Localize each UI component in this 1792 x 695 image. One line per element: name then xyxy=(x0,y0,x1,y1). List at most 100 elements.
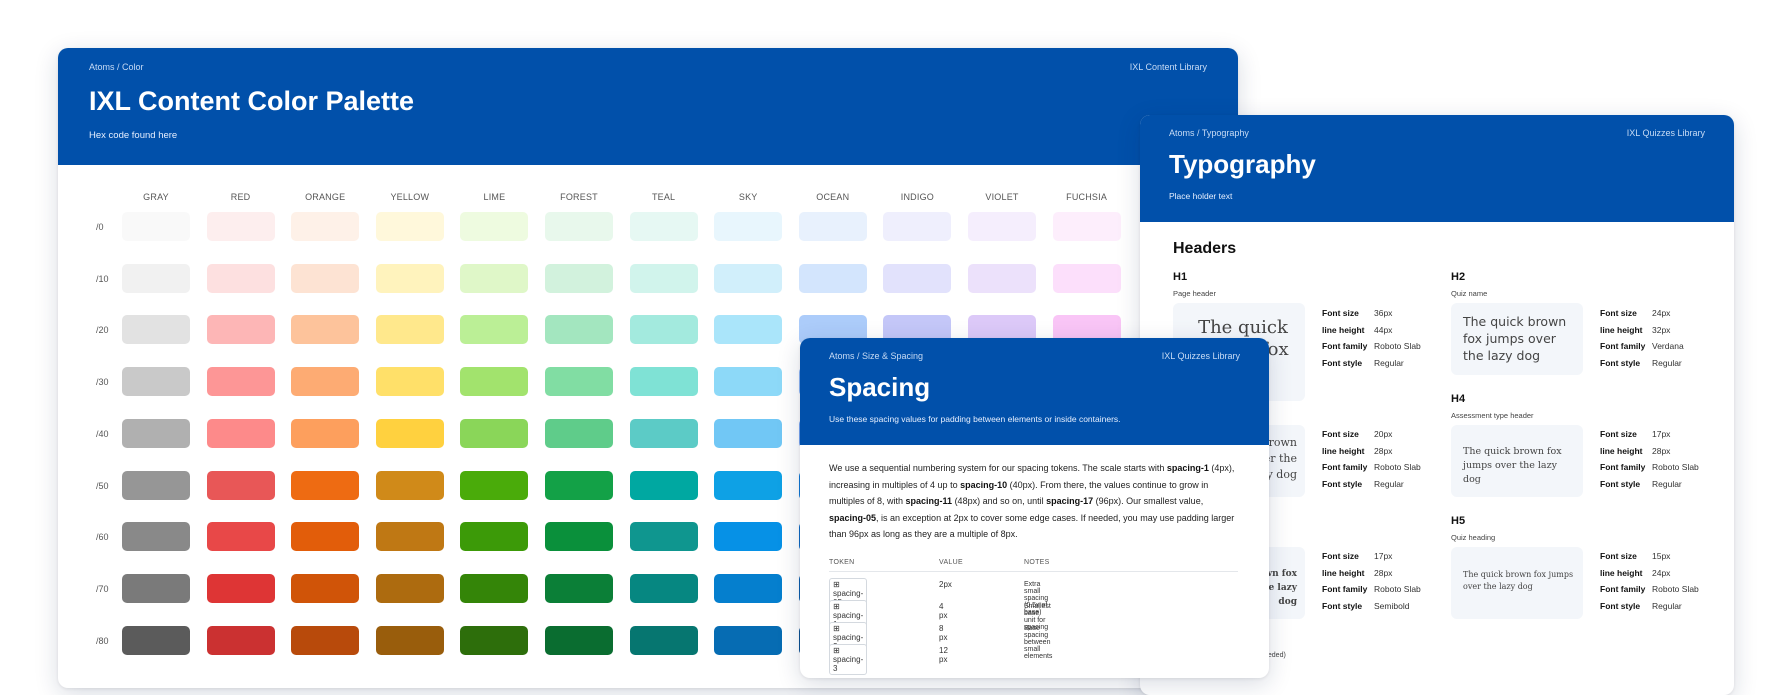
color-swatch-yellow-20[interactable] xyxy=(375,315,444,345)
color-swatch-teal-40[interactable] xyxy=(629,418,698,448)
h1-caption: Page header xyxy=(1173,289,1216,298)
color-swatch-lime-20[interactable] xyxy=(460,315,529,345)
color-swatch-sky-40[interactable] xyxy=(714,418,783,448)
h5-specs: Font size 15px line height 24px Font famil… xyxy=(1600,548,1699,615)
color-swatch-fuchsia-10[interactable] xyxy=(1052,263,1121,293)
color-swatch-lime-50[interactable] xyxy=(460,470,529,500)
color-swatch-sky-70[interactable] xyxy=(714,573,783,603)
column-header-orange: ORANGE xyxy=(305,192,346,202)
color-swatch-orange-50[interactable] xyxy=(291,470,360,500)
color-swatch-gray-30[interactable] xyxy=(122,367,190,397)
color-swatch-gray-50[interactable] xyxy=(122,470,190,500)
color-swatch-red-30[interactable] xyxy=(206,367,275,397)
color-swatch-violet-10[interactable] xyxy=(968,263,1036,293)
color-swatch-sky-60[interactable] xyxy=(714,522,783,552)
breadcrumb[interactable]: Atoms / Color xyxy=(89,62,144,72)
color-swatch-indigo-10[interactable] xyxy=(883,263,952,293)
color-swatch-violet-0[interactable] xyxy=(968,212,1036,241)
color-swatch-forest-50[interactable] xyxy=(545,470,613,500)
color-swatch-sky-10[interactable] xyxy=(714,263,783,293)
color-swatch-lime-30[interactable] xyxy=(460,367,529,397)
color-swatch-lime-60[interactable] xyxy=(460,522,529,552)
h3-specs: Font size 20px line height 28px Font famil… xyxy=(1322,426,1421,493)
color-swatch-teal-60[interactable] xyxy=(629,522,698,552)
color-swatch-teal-70[interactable] xyxy=(629,573,698,603)
color-swatch-sky-0[interactable] xyxy=(714,212,783,241)
color-swatch-sky-30[interactable] xyxy=(714,367,783,397)
color-swatch-teal-0[interactable] xyxy=(629,212,698,241)
color-swatch-forest-0[interactable] xyxy=(545,212,613,241)
color-swatch-fuchsia-0[interactable] xyxy=(1052,212,1121,241)
color-swatch-teal-20[interactable] xyxy=(629,315,698,345)
color-swatch-orange-0[interactable] xyxy=(291,212,360,241)
breadcrumb[interactable]: Atoms / Typography xyxy=(1169,128,1249,138)
token-reference: spacing-10 xyxy=(960,479,1008,490)
color-swatch-forest-60[interactable] xyxy=(545,522,613,552)
color-swatch-forest-40[interactable] xyxy=(545,418,613,448)
color-swatch-lime-80[interactable] xyxy=(460,625,529,655)
color-swatch-orange-80[interactable] xyxy=(291,625,360,655)
breadcrumb[interactable]: Atoms / Size & Spacing xyxy=(829,351,923,361)
color-swatch-sky-80[interactable] xyxy=(714,625,783,655)
color-swatch-red-50[interactable] xyxy=(206,470,275,500)
color-swatch-red-40[interactable] xyxy=(206,418,275,448)
spec-value: 17px xyxy=(1652,429,1671,439)
color-swatch-lime-40[interactable] xyxy=(460,418,529,448)
color-swatch-gray-60[interactable] xyxy=(122,522,190,552)
color-swatch-orange-60[interactable] xyxy=(291,522,360,552)
spec-value: 28px xyxy=(1374,445,1393,456)
color-swatch-orange-20[interactable] xyxy=(291,315,360,345)
column-header-ocean: OCEAN xyxy=(816,192,850,202)
spec-value: Roboto Slab xyxy=(1374,462,1421,473)
color-swatch-orange-30[interactable] xyxy=(291,367,360,397)
color-swatch-forest-20[interactable] xyxy=(545,315,613,345)
spec-value: 36px xyxy=(1374,308,1393,318)
color-swatch-yellow-40[interactable] xyxy=(375,418,444,448)
color-swatch-lime-0[interactable] xyxy=(460,212,529,241)
color-swatch-orange-10[interactable] xyxy=(291,263,360,293)
color-swatch-ocean-0[interactable] xyxy=(798,212,867,241)
color-swatch-indigo-0[interactable] xyxy=(883,212,952,241)
color-swatch-gray-80[interactable] xyxy=(122,625,190,655)
color-swatch-red-10[interactable] xyxy=(206,263,275,293)
color-swatch-lime-10[interactable] xyxy=(460,263,529,293)
hex-code-link[interactable]: here xyxy=(158,130,177,141)
color-swatch-red-20[interactable] xyxy=(206,315,275,345)
color-swatch-forest-10[interactable] xyxy=(545,263,613,293)
color-swatch-orange-40[interactable] xyxy=(291,418,360,448)
token-value: 4 px xyxy=(939,602,948,620)
color-swatch-forest-30[interactable] xyxy=(545,367,613,397)
token-reference: spacing-11 xyxy=(905,496,953,506)
color-swatch-yellow-70[interactable] xyxy=(375,573,444,603)
spec-key: Font family xyxy=(1322,462,1368,473)
color-swatch-orange-70[interactable] xyxy=(291,573,360,603)
color-swatch-red-70[interactable] xyxy=(206,573,275,603)
color-swatch-yellow-60[interactable] xyxy=(375,522,444,552)
color-swatch-teal-80[interactable] xyxy=(629,625,698,655)
color-swatch-forest-80[interactable] xyxy=(545,625,613,655)
color-swatch-yellow-10[interactable] xyxy=(375,263,444,293)
color-swatch-yellow-30[interactable] xyxy=(375,367,444,397)
color-swatch-yellow-50[interactable] xyxy=(375,470,444,500)
token-chip[interactable]: ⊞ spacing-3 xyxy=(829,644,868,675)
color-swatch-yellow-80[interactable] xyxy=(375,625,444,655)
spec-value: Verdana xyxy=(1652,341,1684,352)
color-swatch-red-0[interactable] xyxy=(206,212,275,241)
color-swatch-sky-20[interactable] xyxy=(714,315,783,345)
color-swatch-gray-10[interactable] xyxy=(122,263,190,293)
color-swatch-sky-50[interactable] xyxy=(714,470,783,500)
color-swatch-lime-70[interactable] xyxy=(460,573,529,603)
color-swatch-teal-10[interactable] xyxy=(629,263,698,293)
color-swatch-gray-0[interactable] xyxy=(122,212,190,241)
color-swatch-yellow-0[interactable] xyxy=(375,212,444,241)
color-swatch-gray-20[interactable] xyxy=(122,315,190,345)
color-swatch-gray-70[interactable] xyxy=(122,573,190,603)
spec-key: line height xyxy=(1600,567,1643,578)
color-swatch-teal-50[interactable] xyxy=(629,470,698,500)
color-swatch-forest-70[interactable] xyxy=(545,573,613,603)
color-swatch-red-80[interactable] xyxy=(206,625,275,655)
color-swatch-teal-30[interactable] xyxy=(629,367,698,397)
color-swatch-red-60[interactable] xyxy=(206,522,275,552)
color-swatch-ocean-10[interactable] xyxy=(798,263,867,293)
color-swatch-gray-40[interactable] xyxy=(122,418,190,448)
